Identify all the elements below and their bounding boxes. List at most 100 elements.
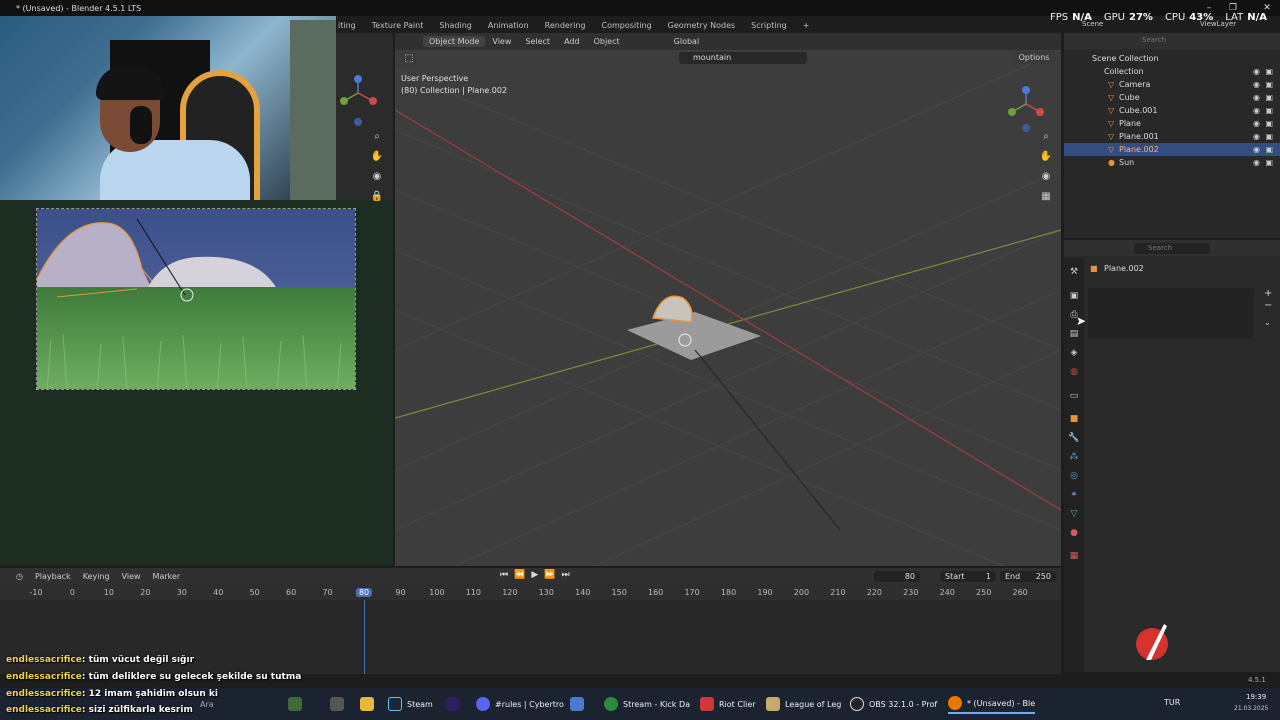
- camera-view-icon[interactable]: ◉: [370, 170, 384, 184]
- collection-tab-icon[interactable]: ▭: [1068, 390, 1080, 402]
- viewport-menu-add[interactable]: Add: [557, 37, 587, 46]
- outliner-item-plane-002[interactable]: ▽ Plane.002 ◉ ▣: [1064, 143, 1280, 156]
- tab-rendering[interactable]: Rendering: [537, 18, 594, 33]
- taskbar-app-after-effects[interactable]: [446, 694, 460, 714]
- constraints-tab-icon[interactable]: ⚭: [1068, 489, 1080, 501]
- remove-slot-button[interactable]: −: [1264, 300, 1272, 311]
- add-slot-button[interactable]: +: [1264, 288, 1272, 299]
- widgets-icon[interactable]: [288, 694, 302, 714]
- task-view-icon[interactable]: [330, 694, 344, 714]
- tab-modeling[interactable]: iting: [330, 18, 364, 33]
- tab-compositing[interactable]: Compositing: [594, 18, 660, 33]
- taskbar-app-obs[interactable]: OBS 32.1.0 - Prof: [850, 694, 937, 714]
- object-mode-dropdown[interactable]: Object Mode: [423, 36, 486, 47]
- eye-icon[interactable]: ◉: [1253, 145, 1260, 154]
- tab-animation[interactable]: Animation: [480, 18, 537, 33]
- taskbar-app-league[interactable]: League of Leg: [766, 694, 841, 714]
- render-camera-icon[interactable]: ▣: [1265, 145, 1273, 154]
- zoom-icon[interactable]: ⌕: [1039, 130, 1053, 144]
- timeline-ruler[interactable]: [0, 584, 1061, 600]
- view-layer-selector[interactable]: ViewLayer: [1200, 20, 1236, 28]
- render-camera-icon[interactable]: ▣: [1265, 119, 1273, 128]
- next-keyframe-icon[interactable]: ⏩: [544, 570, 555, 580]
- view-layer-tab-icon[interactable]: ▤: [1068, 328, 1080, 340]
- data-tab-icon[interactable]: ▽: [1068, 508, 1080, 520]
- eye-icon[interactable]: ◉: [1253, 106, 1260, 115]
- lock-icon[interactable]: 🔒: [370, 190, 384, 204]
- start-frame-field[interactable]: Start 1: [940, 571, 996, 582]
- outliner-collection[interactable]: Collection ◉ ▣: [1064, 65, 1280, 78]
- timeline-playhead[interactable]: [364, 600, 365, 674]
- pan-hand-icon[interactable]: ✋: [370, 150, 384, 164]
- eye-icon[interactable]: ◉: [1253, 119, 1260, 128]
- render-camera-icon[interactable]: ▣: [1265, 93, 1273, 102]
- jump-start-icon[interactable]: ⏮: [500, 570, 508, 580]
- prev-keyframe-icon[interactable]: ⏪: [514, 570, 525, 580]
- physics-tab-icon[interactable]: ◎: [1068, 470, 1080, 482]
- scene-selector[interactable]: Scene: [1082, 20, 1103, 28]
- taskbar-search[interactable]: Ara: [200, 700, 214, 709]
- taskbar-app-network[interactable]: [570, 694, 584, 714]
- jump-end-icon[interactable]: ⏭: [561, 570, 569, 580]
- outliner-item-cube-001[interactable]: ▽ Cube.001 ◉ ▣: [1064, 104, 1280, 117]
- outliner-item-plane[interactable]: ▽ Plane ◉ ▣: [1064, 117, 1280, 130]
- outliner-item-sun[interactable]: ● Sun ◉ ▣: [1064, 156, 1280, 169]
- end-frame-field[interactable]: End 250: [1000, 571, 1056, 582]
- timeline-menu-marker[interactable]: Marker: [147, 572, 187, 581]
- clock-time[interactable]: 19:39: [1246, 693, 1266, 701]
- chevron-down-icon[interactable]: ⌄: [1264, 318, 1271, 327]
- viewport-menu-object[interactable]: Object: [587, 37, 627, 46]
- pan-hand-icon[interactable]: ✋: [1039, 150, 1053, 164]
- zoom-icon[interactable]: ⌕: [370, 130, 384, 144]
- tool-tab-icon[interactable]: ⚒: [1068, 266, 1080, 278]
- timeline-menu-keying[interactable]: Keying: [77, 572, 116, 581]
- taskbar-app-discord[interactable]: #rules | Cybertro: [476, 694, 564, 714]
- outliner-item-plane-001[interactable]: ▽ Plane.001 ◉ ▣: [1064, 130, 1280, 143]
- outliner-search[interactable]: Search: [1142, 36, 1166, 44]
- play-icon[interactable]: ▶: [531, 570, 538, 580]
- viewport-filter-search[interactable]: mountain: [679, 52, 807, 64]
- current-frame-field[interactable]: 80: [874, 571, 920, 582]
- ortho-grid-icon[interactable]: ▦: [1039, 190, 1053, 204]
- clock-date[interactable]: 21.03.2025: [1234, 705, 1268, 712]
- material-slot-list[interactable]: [1088, 288, 1254, 338]
- add-workspace-button[interactable]: +: [795, 18, 818, 33]
- select-box-tool-icon[interactable]: ⬚: [402, 52, 416, 66]
- properties-search[interactable]: Search: [1134, 243, 1210, 254]
- tab-shading[interactable]: Shading: [431, 18, 480, 33]
- world-tab-icon[interactable]: ◍: [1068, 366, 1080, 378]
- particles-tab-icon[interactable]: ⁂: [1068, 451, 1080, 463]
- render-camera-icon[interactable]: ▣: [1265, 132, 1273, 141]
- eye-icon[interactable]: ◉: [1253, 132, 1260, 141]
- eye-icon[interactable]: ◉: [1253, 80, 1260, 89]
- material-tab-icon[interactable]: ●: [1068, 527, 1080, 539]
- taskbar-app-chrome[interactable]: Stream - Kick Da: [604, 694, 690, 714]
- viewport-menu-view[interactable]: View: [485, 37, 518, 46]
- taskbar-app-riot-client[interactable]: Riot Clier: [700, 694, 756, 714]
- outliner-item-cube[interactable]: ▽ Cube ◉ ▣: [1064, 91, 1280, 104]
- eye-icon[interactable]: ◉: [1253, 67, 1260, 76]
- modifier-wrench-icon[interactable]: 🔧: [1068, 432, 1080, 444]
- taskbar-app-blender[interactable]: * (Unsaved) - Ble: [948, 694, 1036, 714]
- file-explorer-icon[interactable]: [360, 694, 374, 714]
- camera-view-icon[interactable]: ◉: [1039, 170, 1053, 184]
- object-tab-icon[interactable]: ■: [1068, 413, 1080, 425]
- outliner-item-camera[interactable]: ▽ Camera ◉ ▣: [1064, 78, 1280, 91]
- viewport-menu-select[interactable]: Select: [518, 37, 557, 46]
- language-indicator[interactable]: TUR: [1164, 698, 1180, 707]
- tab-texture-paint[interactable]: Texture Paint: [364, 18, 432, 33]
- scene-tab-icon[interactable]: ◈: [1068, 347, 1080, 359]
- timeline-menu-playback[interactable]: Playback: [29, 572, 77, 581]
- render-camera-icon[interactable]: ▣: [1265, 106, 1273, 115]
- texture-tab-icon[interactable]: ▦: [1068, 550, 1080, 562]
- render-camera-icon[interactable]: ▣: [1265, 158, 1273, 167]
- timeline-editor-icon[interactable]: ◷: [10, 572, 29, 581]
- render-camera-icon[interactable]: ▣: [1265, 80, 1273, 89]
- 3d-viewport[interactable]: [395, 50, 1061, 566]
- viewport-options-button[interactable]: Options: [1012, 52, 1056, 64]
- eye-icon[interactable]: ◉: [1253, 158, 1260, 167]
- tab-scripting[interactable]: Scripting: [743, 18, 795, 33]
- render-tab-icon[interactable]: ▣: [1068, 290, 1080, 302]
- taskbar-app-steam[interactable]: Steam: [388, 694, 433, 714]
- eye-icon[interactable]: ◉: [1253, 93, 1260, 102]
